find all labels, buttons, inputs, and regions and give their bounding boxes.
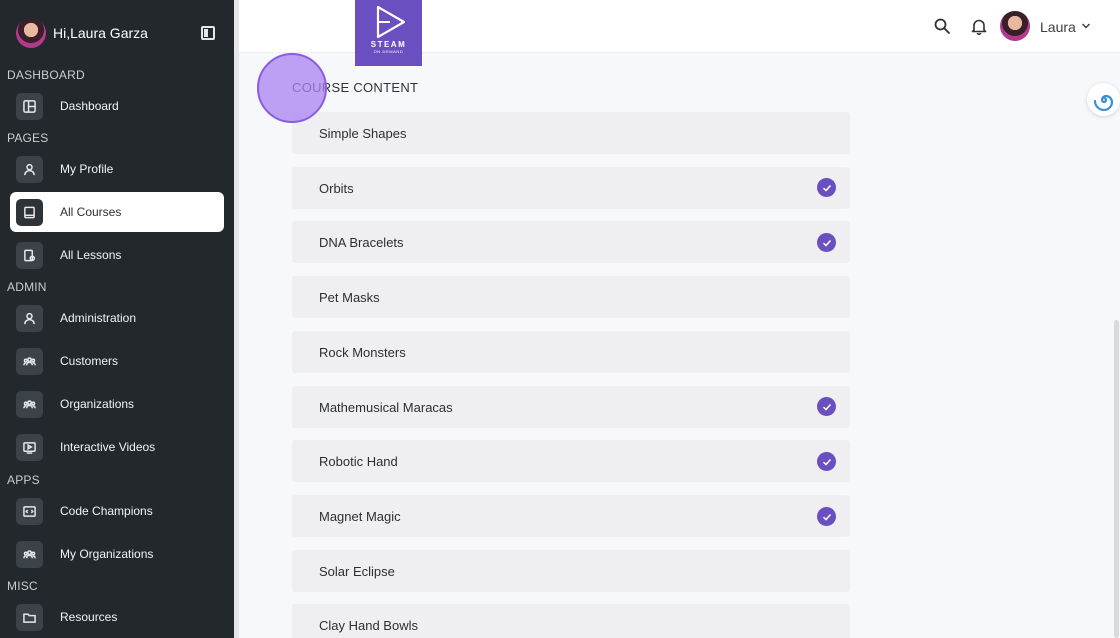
sidebar-item-label: Customers <box>60 354 119 368</box>
lesson-label: Solar Eclipse <box>319 563 395 579</box>
completed-check-icon <box>817 397 836 416</box>
lesson-item[interactable]: Solar Eclipse <box>292 550 850 592</box>
section-misc: MISC <box>7 579 38 593</box>
chevron-down-icon[interactable] <box>1081 22 1091 30</box>
lesson-item[interactable]: Clay Hand Bowls <box>292 604 850 638</box>
lesson-item[interactable]: Simple Shapes <box>292 112 850 154</box>
greeting: Hi,Laura Garza <box>53 25 148 41</box>
sidebar-item-code-champions[interactable]: Code Champions <box>10 491 224 531</box>
lesson-item[interactable]: Robotic Hand <box>292 440 850 482</box>
lesson-item[interactable]: Mathemusical Maracas <box>292 386 850 428</box>
username-label[interactable]: Laura <box>1040 19 1076 35</box>
group-icon <box>16 390 43 418</box>
sidebar-item-label: Resources <box>60 610 118 624</box>
avatar[interactable] <box>16 18 46 48</box>
section-admin: ADMIN <box>7 280 47 294</box>
lesson-item[interactable]: Rock Monsters <box>292 331 850 373</box>
group-icon <box>16 540 43 568</box>
user-icon <box>16 155 43 183</box>
sidebar-item-label: Interactive Videos <box>60 440 156 454</box>
lesson-label: Orbits <box>319 180 354 196</box>
user-avatar[interactable] <box>1000 11 1030 41</box>
completed-check-icon <box>817 507 836 526</box>
logo-text: STEAM <box>370 40 407 49</box>
completed-check-icon <box>817 178 836 197</box>
dashboard-icon <box>16 92 43 120</box>
lesson-label: Magnet Magic <box>319 508 401 524</box>
book-icon <box>16 198 43 226</box>
video-icon <box>16 433 43 461</box>
scrollbar[interactable] <box>1114 320 1119 638</box>
lesson-label: Rock Monsters <box>319 344 406 360</box>
logo-subtext: ON DEMAND <box>373 49 404 54</box>
sidebar-item-label: My Organizations <box>60 547 154 561</box>
sidebar-item-label: All Lessons <box>60 248 122 262</box>
group-icon <box>16 347 43 375</box>
lesson-item[interactable]: DNA Bracelets <box>292 221 850 263</box>
lesson-item[interactable]: Pet Masks <box>292 276 850 318</box>
bell-icon[interactable] <box>971 18 987 35</box>
steam-logo[interactable]: STEAM ON DEMAND <box>355 0 422 66</box>
sidebar-item-customers[interactable]: Customers <box>10 341 224 381</box>
collapse-sidebar-icon[interactable] <box>201 26 215 40</box>
lesson-item[interactable]: Magnet Magic <box>292 495 850 537</box>
folder-icon <box>16 603 43 631</box>
lesson-label: Robotic Hand <box>319 453 398 469</box>
search-icon[interactable] <box>934 18 950 34</box>
sidebar-item-label: Code Champions <box>60 504 153 518</box>
section-apps: APPS <box>7 473 40 487</box>
click-indicator <box>257 53 327 123</box>
sidebar-item-label: Administration <box>60 311 137 325</box>
sidebar-item-label: My Profile <box>60 162 114 176</box>
sidebar-item-organizations[interactable]: Organizations <box>10 384 224 424</box>
sidebar-item-all-lessons[interactable]: All Lessons <box>10 235 224 275</box>
completed-check-icon <box>817 452 836 471</box>
play-logo-icon <box>376 5 405 39</box>
user-header: Hi,Laura Garza <box>16 17 220 49</box>
section-pages: PAGES <box>7 131 49 145</box>
spiral-icon <box>1093 94 1113 111</box>
assistant-button[interactable] <box>1087 83 1120 116</box>
sidebar-item-resources[interactable]: Resources <box>10 597 224 637</box>
sidebar-item-label: Organizations <box>60 397 135 411</box>
sidebar: Hi,Laura Garza DASHBOARD Dashboard PAGES… <box>0 0 234 638</box>
sidebar-item-my-profile[interactable]: My Profile <box>10 149 224 189</box>
sidebar-item-label: Dashboard <box>60 99 119 113</box>
section-dashboard: DASHBOARD <box>7 68 85 82</box>
sidebar-item-all-courses[interactable]: All Courses <box>10 192 224 232</box>
lessons-icon <box>16 241 43 269</box>
completed-check-icon <box>817 233 836 252</box>
lesson-item[interactable]: Orbits <box>292 167 850 209</box>
sidebar-item-dashboard[interactable]: Dashboard <box>10 86 224 126</box>
sidebar-item-interactive-videos[interactable]: Interactive Videos <box>10 427 224 467</box>
lesson-label: DNA Bracelets <box>319 234 404 250</box>
lesson-label: Mathemusical Maracas <box>319 399 453 415</box>
sidebar-item-my-organizations[interactable]: My Organizations <box>10 534 224 574</box>
user-icon <box>16 304 43 332</box>
sidebar-divider <box>234 0 239 638</box>
lesson-label: Simple Shapes <box>319 125 407 141</box>
lesson-label: Clay Hand Bowls <box>319 617 418 633</box>
code-icon <box>16 497 43 525</box>
sidebar-item-administration[interactable]: Administration <box>10 298 224 338</box>
lesson-label: Pet Masks <box>319 289 380 305</box>
sidebar-item-label: All Courses <box>60 205 122 219</box>
